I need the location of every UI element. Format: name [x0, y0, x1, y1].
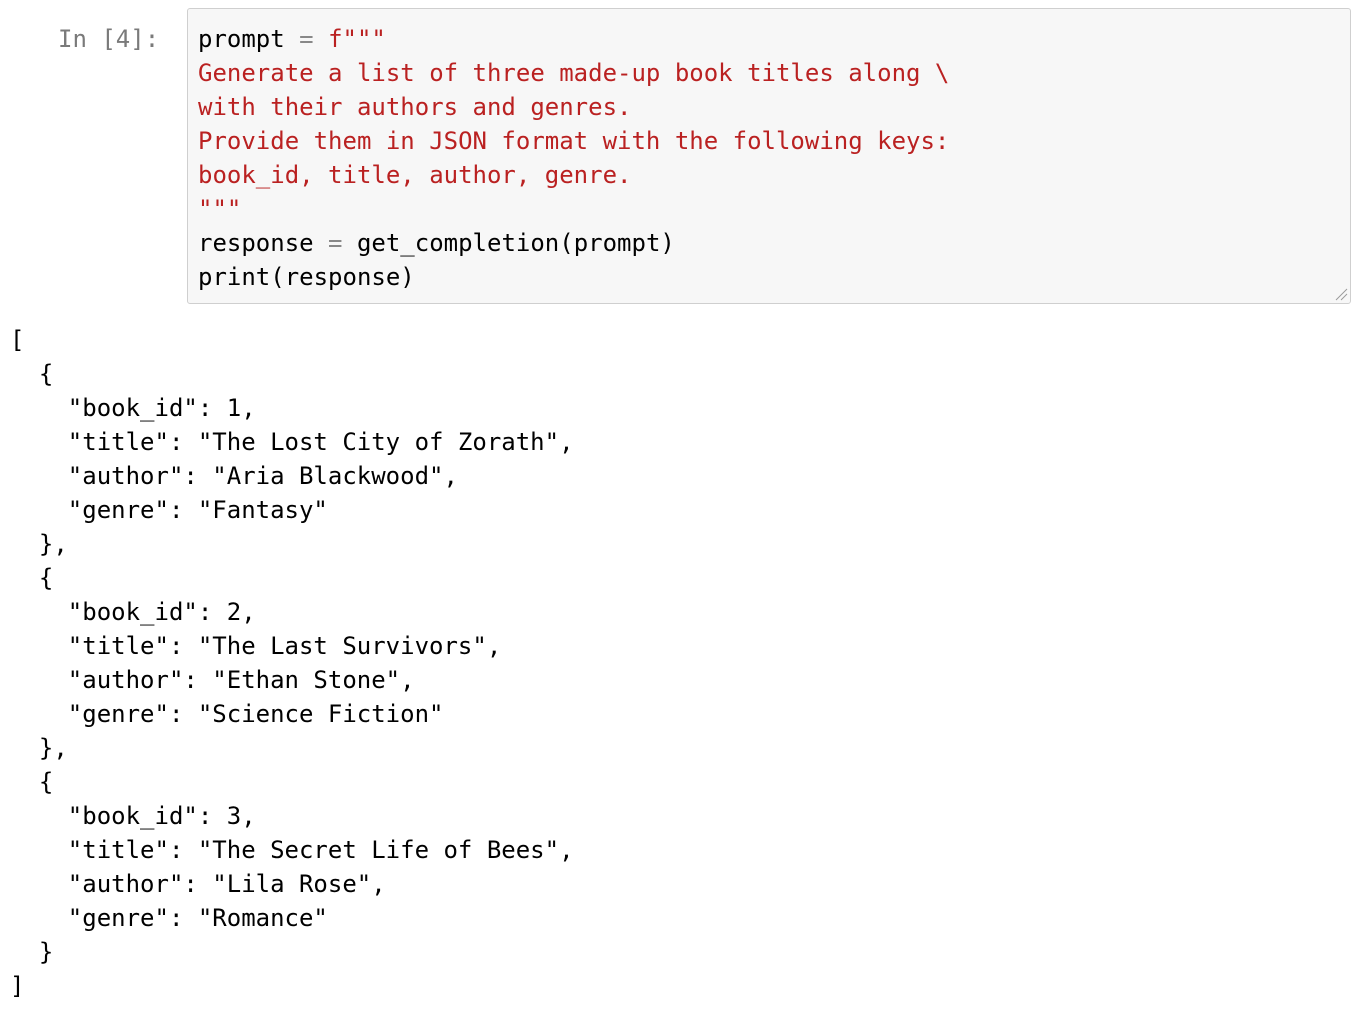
- code-line-1: prompt = f""": [198, 22, 949, 56]
- cell-output: [ { "book_id": 1, "title": "The Lost Cit…: [10, 323, 574, 1003]
- output-line: "book_id": 3,: [10, 802, 256, 830]
- code-line-2: Generate a list of three made-up book ti…: [198, 59, 950, 87]
- output-line: "genre": "Science Fiction": [10, 700, 444, 728]
- output-line: "author": "Lila Rose",: [10, 870, 386, 898]
- code-line-5: book_id, title, author, genre.: [198, 161, 632, 189]
- code-variable: response: [198, 229, 314, 257]
- assignment-operator: =: [328, 229, 343, 257]
- output-line: "author": "Aria Blackwood",: [10, 462, 458, 490]
- output-line: ]: [10, 972, 25, 1000]
- output-line: "book_id": 1,: [10, 394, 256, 422]
- output-line: }: [10, 938, 54, 966]
- output-line: {: [10, 768, 54, 796]
- code-line-3: with their authors and genres.: [198, 93, 632, 121]
- output-line: },: [10, 530, 68, 558]
- output-line: {: [10, 564, 54, 592]
- output-line: "title": "The Secret Life of Bees",: [10, 836, 574, 864]
- fstring-open: f""": [328, 25, 386, 53]
- code-line-6: """: [198, 195, 242, 223]
- assignment-operator: =: [299, 25, 314, 53]
- output-line: "author": "Ethan Stone",: [10, 666, 415, 694]
- output-line: [: [10, 326, 25, 354]
- resize-grip-icon[interactable]: [1332, 285, 1348, 301]
- output-line: {: [10, 360, 54, 388]
- code-line-8: print(response): [198, 263, 415, 291]
- output-line: "title": "The Last Survivors",: [10, 632, 502, 660]
- output-line: },: [10, 734, 68, 762]
- output-line: "book_id": 2,: [10, 598, 256, 626]
- code-input-area[interactable]: prompt = f""" Generate a list of three ma…: [187, 8, 1351, 304]
- input-prompt-label: In [4]:: [58, 25, 160, 53]
- output-line: "genre": "Romance": [10, 904, 328, 932]
- function-call: get_completion(prompt): [356, 229, 675, 257]
- code-variable: prompt: [198, 25, 285, 53]
- code-line-7: response = get_completion(prompt): [198, 226, 949, 260]
- output-line: "genre": "Fantasy": [10, 496, 328, 524]
- code-editor[interactable]: prompt = f""" Generate a list of three ma…: [198, 22, 949, 294]
- code-line-4: Provide them in JSON format with the fol…: [198, 127, 950, 155]
- output-line: "title": "The Lost City of Zorath",: [10, 428, 574, 456]
